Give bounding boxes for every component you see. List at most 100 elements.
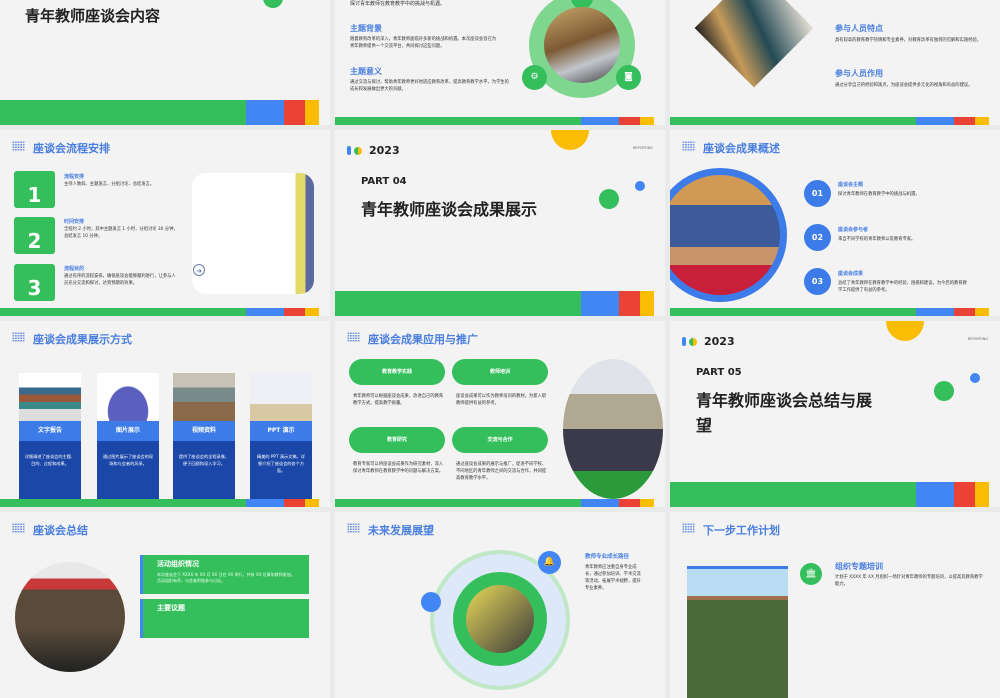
slide-title: 未来发展展望 [368,524,434,537]
arrow-right-icon: ➜ [193,264,205,276]
plan-text: 计划于 XXXX 年 XX 月组织一场针对青年教师的专题培训，以提高其教育教学能… [835,575,983,587]
card-label: 图片展示 [97,421,159,441]
app-text: 座谈会成果可以作为教师培训的教材，为新入职教师提供有益的参考。 [456,394,547,406]
year-label: 2023 [369,144,400,157]
bell-icon: 🔔 [538,551,561,574]
summary-box: 活动组织情况 本次座谈会于 XXXX 年 XX 月 XX 日在 XX 举行，共有… [140,555,309,594]
step-number: 1 [14,171,55,208]
item-label: 座谈会成果 [838,271,864,277]
item-label: 座谈会主题 [838,182,864,188]
slide-part05[interactable]: 2023 REPORTING PART 05 青年教师座谈会总结与展望 [670,321,1000,507]
slide-summary[interactable]: 座谈会总结 活动组织情况 本次座谈会于 XXXX 年 XX 月 XX 日在 XX… [0,512,330,698]
slide-theme[interactable]: 探讨青年教师在教育教学中的挑战与机遇。 主题背景 随着教育改革的深入，青年教师面… [335,0,665,125]
app-pill: 交流与合作 [452,427,548,453]
color-bar [335,117,665,125]
part-number: PART 05 [696,367,742,378]
display-card: 文字报告 详细阐述了座谈会的主题、目的、过程和成果。 [19,373,81,499]
color-bar [0,308,330,316]
slide-title: 座谈会成果概述 [703,142,780,155]
box-text: 本次座谈会于 XXXX 年 XX 月 XX 日在 XX 举行，共有 XX 位青年… [157,572,295,584]
open-book-image [250,373,312,421]
node-icon [421,592,441,612]
decor-green-dot [263,0,283,8]
logo: 2023 [347,144,400,157]
dots-icon [347,523,360,533]
display-card: PPT 演示 精美的 PPT 演示文稿，详细介绍了座谈会的各个方面。 [250,373,312,499]
logo: 2023 [682,335,735,348]
color-bar [0,100,330,125]
card-label: 文字报告 [19,421,81,441]
feature-text: 具有较高的教育教学热情和专业素养，对教育改革有独到的见解和实践经验。 [835,38,982,43]
decor-blue-dot [970,373,980,383]
card-label: PPT 演示 [250,421,312,441]
dots-icon [347,332,360,342]
illustration-image [97,373,159,421]
camera-icon: ◙ [616,65,641,90]
reporting-label: REPORTING [632,146,653,150]
decor-green-dot [934,381,954,401]
meeting-photo [544,7,620,83]
step-text: 主持人致辞、主题发言、分组讨论、总结发言。 [64,182,155,187]
slide-contents[interactable]: 青年教师座谈会内容 [0,0,330,125]
diamond-photo [694,0,814,88]
slide-overview[interactable]: 座谈会成果概述 01 座谈会主题 探讨青年教师在教育教学中的挑战与机遇。 02 … [670,130,1000,316]
books-image [19,373,81,421]
color-bar [335,499,665,507]
dots-icon [12,332,25,342]
step-number: 3 [14,264,55,301]
year-label: 2023 [704,335,735,348]
center-photo [466,585,534,653]
blackboard-illustration [687,566,788,698]
box-title: 活动组织情况 [157,560,199,568]
meeting-photo [15,562,125,672]
card-text: 详细阐述了座谈会的主题、目的、过程和成果。 [19,441,81,499]
box-title: 主要议题 [157,604,185,612]
step-number: 2 [14,217,55,254]
color-bar [0,499,330,507]
app-text: 通过座谈会成果的展示与推广，促进不同学校、不同地区的青年教师之间的交流与合作，共… [456,462,547,481]
item-number: 01 [804,180,831,207]
color-bar [670,308,1000,316]
slide-title: 青年教师座谈会内容 [25,7,161,25]
decor-yellow-semicircle [551,130,589,150]
item-text: 来自不同学校的青年教师以及教育专家。 [838,237,916,242]
step-label: 流程目的 [64,266,85,272]
slide-future[interactable]: 未来发展展望 🔔 教师专业成长路径 青年教师应注重自身专业成长，通过参加培训、学… [335,512,665,698]
illustration-image [192,173,314,294]
slide-title: 座谈会流程安排 [33,142,110,155]
item-number: 02 [804,224,831,251]
role-text: 通过分享自己的经验和观点，为座谈会提供多元化的视角和有益的建议。 [835,83,973,88]
color-bar [670,117,1000,125]
theme-sig-label: 主题意义 [350,67,382,76]
path-text: 青年教师应注重自身专业成长，通过参加培训、学术交流等活动，拓展学术视野，提升专业… [585,565,641,591]
slide-title: 下一步工作计划 [703,524,780,537]
slide-process[interactable]: 座谈会流程安排 1 流程安排 主持人致辞、主题发言、分组讨论、总结发言。 2 时… [0,130,330,316]
dots-icon [682,141,695,151]
app-pill: 教师培训 [452,359,548,385]
card-text: 精美的 PPT 演示文稿，详细介绍了座谈会的各个方面。 [250,441,312,499]
item-number: 03 [804,268,831,295]
section-title: 青年教师座谈会总结与展望 [696,391,873,435]
slide-title: 座谈会成果展示方式 [33,333,132,346]
dots-icon [12,141,25,151]
color-bar [670,482,1000,507]
display-card: 图片展示 通过图片展示了座谈会的现场和与会者的风采。 [97,373,159,499]
step-label: 时间安排 [64,219,85,225]
auditorium-photo [563,359,663,499]
theme-bg-text: 随着教育改革的深入，青年教师面临许多新的挑战和机遇。本次座谈会旨在为青年教师提供… [350,37,497,49]
step-text: 通过有序的流程安排，确保座谈会能够顺利进行，让参与人员充分交流和探讨，达到预期的… [64,274,176,286]
slide-display[interactable]: 座谈会成果展示方式 文字报告 详细阐述了座谈会的主题、目的、过程和成果。 图片展示… [0,321,330,507]
dots-icon [12,523,25,533]
section-title: 青年教师座谈会成果展示 [361,200,538,219]
step-label: 流程安排 [64,174,85,180]
role-label: 参与人员作用 [835,69,883,78]
slide-participants[interactable]: 参与人员特点 具有较高的教育教学热情和专业素养，对教育改革有独到的见解和实践经验… [670,0,1000,125]
theme-sig-text: 通过交流与探讨，帮助青年教师更好地适应教育改革，提高教育教学水平，为学生的成长和… [350,80,509,92]
item-label: 座谈会参与者 [838,227,869,233]
color-bar [335,291,665,316]
slide-title: 座谈会成果应用与推广 [368,333,478,346]
item-text: 探讨青年教师在教育教学中的挑战与机遇。 [838,192,920,197]
slide-part04[interactable]: 2023 REPORTING PART 04 青年教师座谈会成果展示 [335,130,665,316]
slide-application[interactable]: 座谈会成果应用与推广 教育教学实践 青年教师可以根据座谈会成果，改进自己的教育教… [335,321,665,507]
slide-plan[interactable]: 下一步工作计划 🏛 组织专题培训 计划于 XXXX 年 XX 月组织一场针对青年… [670,512,1000,698]
